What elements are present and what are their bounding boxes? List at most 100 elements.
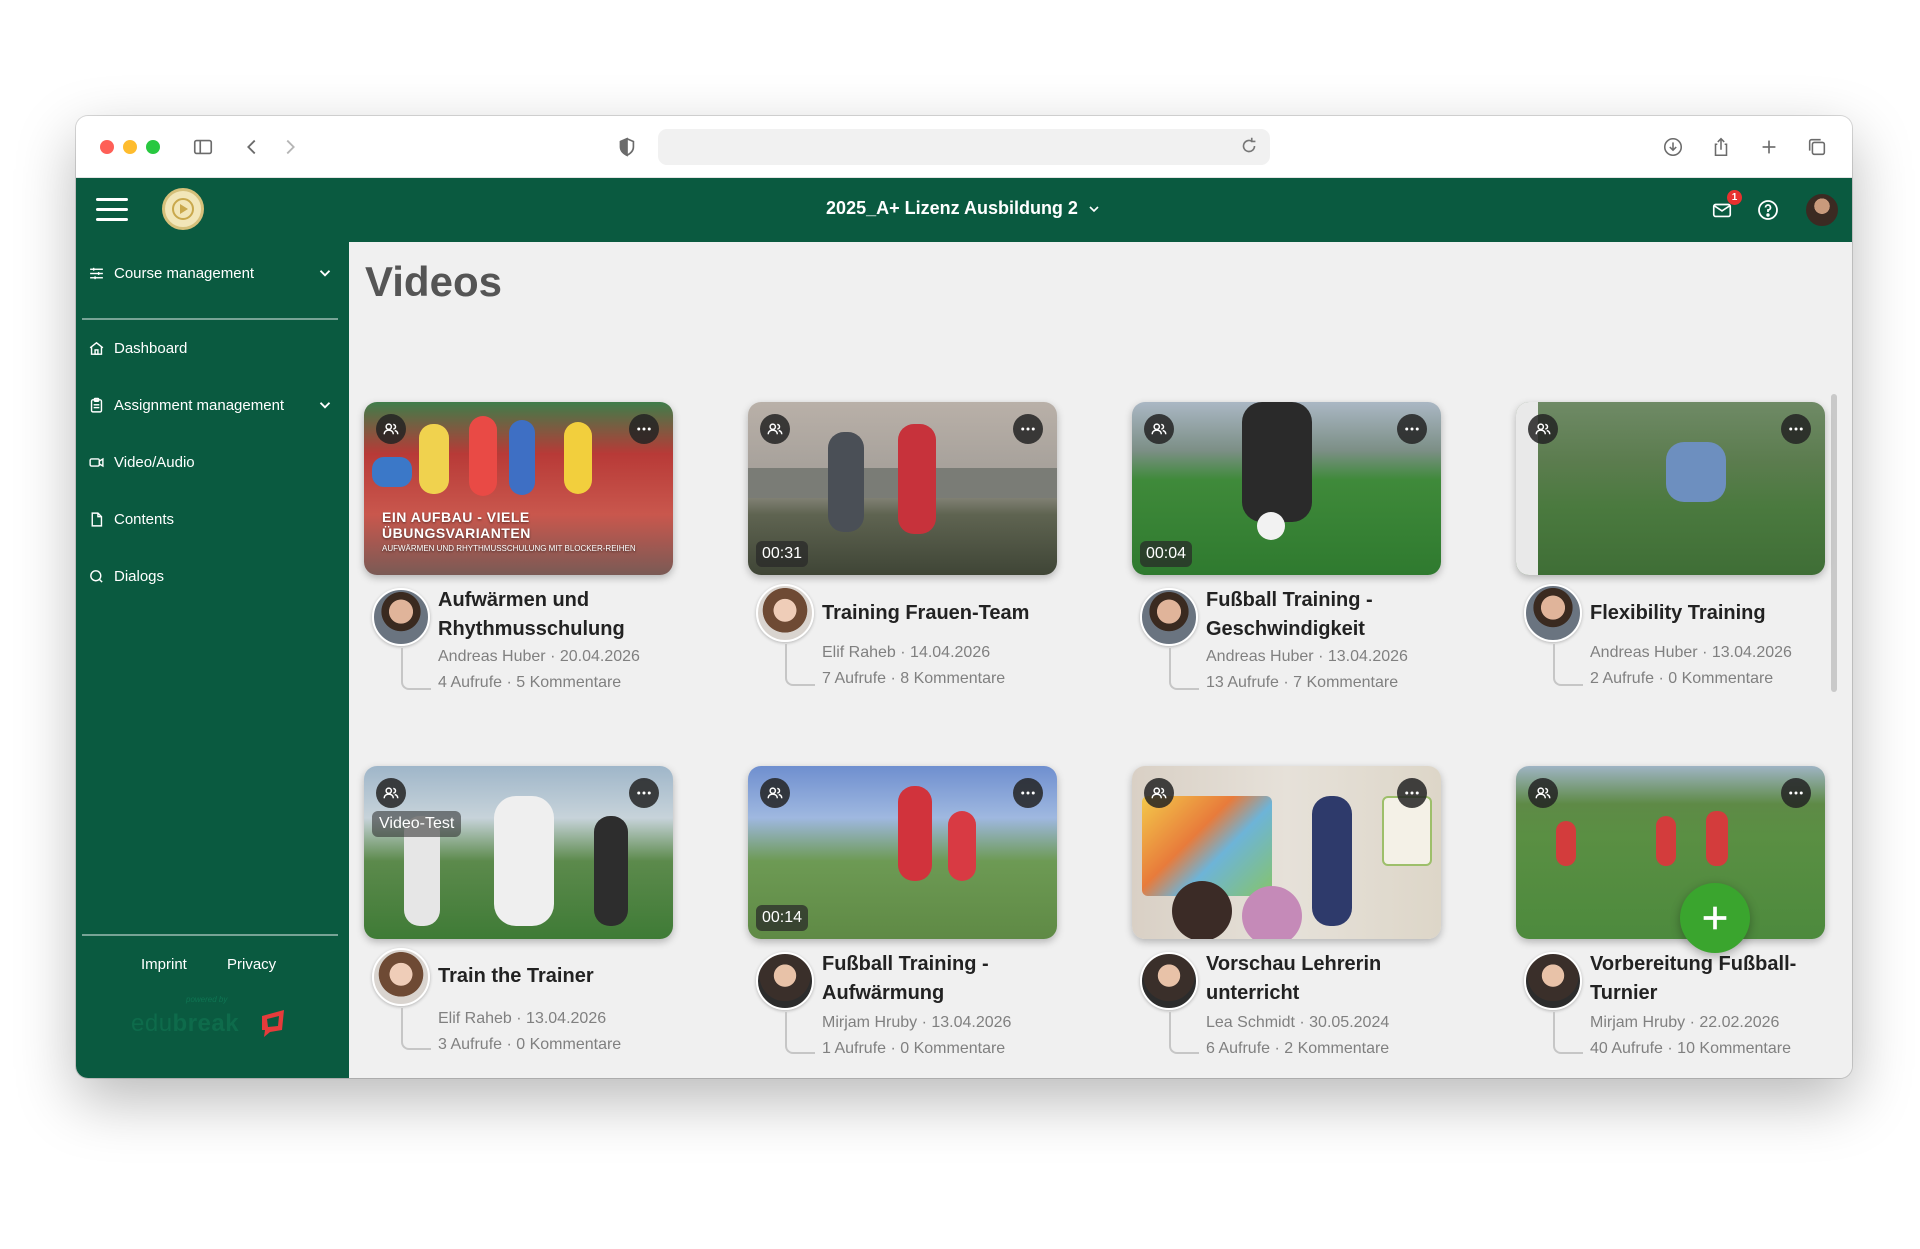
thread-connector xyxy=(785,644,815,686)
video-card: Video-Test Train the Trainer Elif Raheb … xyxy=(364,766,673,1078)
more-options-icon[interactable] xyxy=(1781,778,1811,808)
imprint-link[interactable]: Imprint xyxy=(141,956,187,973)
sidebar-item-label: Dashboard xyxy=(114,339,188,357)
downloads-icon[interactable] xyxy=(1660,134,1686,160)
page-title: Videos xyxy=(365,258,502,305)
sidebar-item-dashboard[interactable]: Dashboard xyxy=(88,333,187,363)
more-options-icon[interactable] xyxy=(1397,778,1427,808)
video-stats: 4 Aufrufe · 5 Kommentare xyxy=(438,674,622,691)
more-options-icon[interactable] xyxy=(629,414,659,444)
sidebar-item-label: Dialogs xyxy=(114,567,165,585)
video-stats: 1 Aufrufe · 0 Kommentare xyxy=(822,1040,1006,1057)
thumbnail-subcaption: AUFWÄRMEN UND RHYTHMUSSCHULUNG MIT BLOCK… xyxy=(382,544,636,553)
video-title[interactable]: Vorschau Lehrerin unterricht xyxy=(1206,950,1442,1008)
more-options-icon[interactable] xyxy=(1013,414,1043,444)
chevron-down-icon[interactable] xyxy=(316,264,334,282)
add-video-button[interactable] xyxy=(1680,883,1750,953)
thread-connector xyxy=(1169,648,1199,690)
sidebar-toggle-icon[interactable] xyxy=(190,134,216,160)
app-logo[interactable] xyxy=(162,188,204,230)
thread-connector xyxy=(401,1008,431,1050)
thread-connector xyxy=(401,648,431,690)
menu-icon[interactable] xyxy=(96,196,128,224)
group-icon[interactable] xyxy=(1528,778,1558,808)
more-options-icon[interactable] xyxy=(1781,414,1811,444)
sidebar: Course management Dashboard Assignment m… xyxy=(76,242,349,1078)
video-thumbnail[interactable]: EIN AUFBAU - VIELE ÜBUNGSVARIANTEN AUFWÄ… xyxy=(364,402,673,575)
document-icon xyxy=(91,511,103,527)
author-avatar[interactable] xyxy=(1140,952,1198,1010)
author-avatar[interactable] xyxy=(1524,952,1582,1010)
group-icon[interactable] xyxy=(1528,414,1558,444)
video-author-date: Mirjam Hruby · 22.02.2026 xyxy=(1590,1014,1780,1031)
video-thumbnail[interactable]: 00:31 xyxy=(748,402,1057,575)
author-avatar[interactable] xyxy=(756,952,814,1010)
video-title[interactable]: Train the Trainer xyxy=(438,962,674,991)
chevron-down-icon[interactable] xyxy=(316,396,334,414)
close-window-button[interactable] xyxy=(100,140,114,154)
back-icon[interactable] xyxy=(239,134,265,160)
sidebar-course-management-label: Course management xyxy=(114,264,255,282)
scrollbar[interactable] xyxy=(1831,394,1837,692)
reload-icon[interactable] xyxy=(1238,135,1262,159)
group-icon[interactable] xyxy=(1144,414,1174,444)
new-tab-icon[interactable] xyxy=(1756,134,1782,160)
share-icon[interactable] xyxy=(1708,134,1734,160)
video-card: 00:04 Fußball Training - Geschwindigkeit… xyxy=(1132,402,1441,722)
video-title[interactable]: Flexibility Training xyxy=(1590,599,1826,628)
zoom-window-button[interactable] xyxy=(146,140,160,154)
video-thumbnail[interactable] xyxy=(1516,402,1825,575)
group-icon[interactable] xyxy=(1144,778,1174,808)
mail-badge: 1 xyxy=(1727,190,1742,205)
author-avatar[interactable] xyxy=(1140,588,1198,646)
user-avatar[interactable] xyxy=(1804,192,1840,228)
privacy-link[interactable]: Privacy xyxy=(227,956,276,973)
browser-window: 2025_A+ Lizenz Ausbildung 2 1 Course man… xyxy=(76,116,1852,1078)
sidebar-item-video-audio[interactable]: Video/Audio xyxy=(88,447,195,477)
more-options-icon[interactable] xyxy=(1397,414,1427,444)
group-icon[interactable] xyxy=(376,778,406,808)
tab-overview-icon[interactable] xyxy=(1804,134,1830,160)
forward-icon[interactable] xyxy=(277,134,303,160)
sidebar-divider xyxy=(82,318,338,320)
more-options-icon[interactable] xyxy=(629,778,659,808)
video-title[interactable]: Training Frauen-Team xyxy=(822,599,1058,628)
video-stats: 6 Aufrufe · 2 Kommentare xyxy=(1206,1040,1390,1057)
browser-toolbar xyxy=(76,116,1852,178)
author-avatar[interactable] xyxy=(372,948,430,1006)
minimize-window-button[interactable] xyxy=(123,140,137,154)
author-avatar[interactable] xyxy=(756,584,814,642)
video-title[interactable]: Fußball Training - Geschwindigkeit xyxy=(1206,586,1442,644)
author-avatar[interactable] xyxy=(372,588,430,646)
group-icon[interactable] xyxy=(760,414,790,444)
sidebar-course-management[interactable]: Course management xyxy=(88,258,254,288)
video-thumbnail[interactable] xyxy=(1516,766,1825,939)
sidebar-item-dialogs[interactable]: Dialogs xyxy=(88,561,164,591)
video-thumbnail[interactable]: Video-Test xyxy=(364,766,673,939)
video-author-date: Elif Raheb · 13.04.2026 xyxy=(438,1010,607,1027)
clipboard-icon xyxy=(90,397,103,413)
video-camera-icon xyxy=(89,457,104,467)
video-title[interactable]: Vorbereitung Fußball-Turnier xyxy=(1590,950,1826,1008)
chevron-down-icon xyxy=(1089,205,1099,212)
course-selector[interactable]: 2025_A+ Lizenz Ausbildung 2 xyxy=(826,198,1102,219)
video-title[interactable]: Fußball Training - Aufwärmung xyxy=(822,950,1058,1008)
video-title[interactable]: Aufwärmen und Rhythmusschulung xyxy=(438,586,674,644)
shield-icon[interactable] xyxy=(614,134,640,160)
sidebar-item-assignment-management[interactable]: Assignment management xyxy=(88,390,284,420)
more-options-icon[interactable] xyxy=(1013,778,1043,808)
group-icon[interactable] xyxy=(376,414,406,444)
video-thumbnail[interactable]: 00:04 xyxy=(1132,402,1441,575)
author-avatar[interactable] xyxy=(1524,584,1582,642)
help-icon[interactable] xyxy=(1754,196,1782,224)
thread-connector xyxy=(785,1012,815,1054)
group-icon[interactable] xyxy=(760,778,790,808)
mail-icon[interactable]: 1 xyxy=(1708,190,1742,224)
video-duration: 00:04 xyxy=(1140,541,1193,567)
video-thumbnail[interactable]: 00:14 xyxy=(748,766,1057,939)
video-author-date: Lea Schmidt · 30.05.2024 xyxy=(1206,1014,1390,1031)
edubreak-mark-icon xyxy=(258,1008,288,1038)
sidebar-item-contents[interactable]: Contents xyxy=(88,504,174,534)
video-thumbnail[interactable] xyxy=(1132,766,1441,939)
address-bar[interactable] xyxy=(658,129,1270,165)
